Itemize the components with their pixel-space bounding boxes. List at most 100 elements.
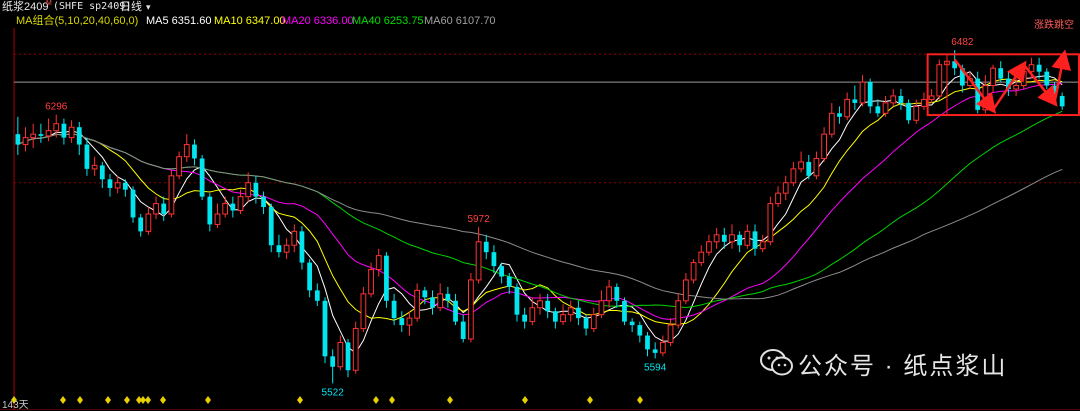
candle-body xyxy=(667,324,674,343)
candle xyxy=(375,248,382,277)
signal-marker-3 xyxy=(105,396,111,404)
candle xyxy=(453,293,458,326)
candle xyxy=(514,283,520,322)
candle-body xyxy=(622,300,627,322)
candle-body xyxy=(291,230,298,246)
candle-body xyxy=(698,251,705,264)
candle xyxy=(291,224,298,253)
candle-body xyxy=(844,98,851,118)
candle-body xyxy=(130,189,136,218)
signal-marker-7 xyxy=(145,396,151,404)
candle xyxy=(283,238,290,260)
candle-body xyxy=(790,168,797,184)
candle xyxy=(982,75,989,114)
candle-body xyxy=(1013,85,1019,90)
watermark-text: 公众号 · 纸点浆山 xyxy=(798,353,1008,380)
candle-body xyxy=(391,300,397,319)
candle-body xyxy=(491,252,497,267)
extreme-labels: 6296 5522 5972 5594 6482 xyxy=(45,37,974,398)
candle-body xyxy=(906,102,911,121)
candle-body xyxy=(107,179,113,188)
candle-body xyxy=(998,68,1004,79)
candle-body xyxy=(230,203,236,211)
candle xyxy=(898,89,904,110)
period-selector[interactable]: 日线 xyxy=(120,0,142,14)
candle xyxy=(145,207,152,235)
candle-body xyxy=(990,67,996,87)
candle-body xyxy=(375,255,382,271)
candle xyxy=(276,234,282,258)
period-chevron-icon[interactable]: ▾ xyxy=(146,0,151,14)
candle xyxy=(1059,92,1065,110)
candle-body xyxy=(782,182,789,194)
candle-body xyxy=(414,289,421,319)
candle-body xyxy=(153,203,159,215)
ma10-label: MA10 6347.00 xyxy=(214,15,286,27)
candle xyxy=(176,151,182,180)
candle-body xyxy=(368,269,374,295)
ma5-label: MA5 6351.60 xyxy=(146,15,212,27)
candle-body xyxy=(576,307,581,319)
symbol-name[interactable]: 纸浆2409 xyxy=(2,0,48,14)
candle xyxy=(576,300,581,326)
candle-body xyxy=(852,99,858,103)
candle xyxy=(76,122,82,155)
candle-body xyxy=(460,321,466,339)
candle xyxy=(828,102,835,138)
candle-body xyxy=(637,325,643,336)
candle-body xyxy=(806,161,812,176)
candle xyxy=(852,85,858,110)
candle xyxy=(667,318,674,346)
candle-body xyxy=(729,234,735,243)
candle xyxy=(22,127,29,152)
signal-marker-10 xyxy=(297,396,303,404)
signal-marker-9 xyxy=(205,396,211,404)
candle-body xyxy=(514,286,520,315)
candle xyxy=(199,154,205,201)
candle xyxy=(307,259,313,298)
candle xyxy=(107,174,113,197)
candle-body xyxy=(859,81,866,104)
candle-body xyxy=(437,293,444,309)
candle-body xyxy=(214,213,221,225)
candle-body xyxy=(606,286,612,302)
candle-body xyxy=(268,207,274,246)
candle xyxy=(261,191,266,214)
candle-body xyxy=(145,213,152,232)
candle-body xyxy=(61,123,67,138)
candle-body xyxy=(737,234,743,246)
candle xyxy=(622,297,627,326)
candle xyxy=(15,116,21,155)
candle xyxy=(38,123,44,143)
candle xyxy=(844,92,851,121)
signal-marker-1 xyxy=(60,396,66,404)
ma-group-label[interactable]: MA组合(5,10,20,40,60,0) xyxy=(16,14,138,28)
candle xyxy=(207,193,213,232)
candle xyxy=(122,179,128,197)
candle-body xyxy=(76,127,82,145)
candle xyxy=(790,161,797,187)
candle xyxy=(813,151,820,180)
candle xyxy=(460,314,466,343)
candle xyxy=(560,304,566,326)
candle-body xyxy=(813,157,820,177)
candle-body xyxy=(22,137,29,146)
candle xyxy=(522,307,528,329)
ma40-line xyxy=(17,110,1063,309)
ma40-label: MA40 6253.75 xyxy=(352,15,424,27)
candle-body xyxy=(138,217,144,232)
candle-body xyxy=(821,133,827,159)
candle xyxy=(214,203,221,228)
candle-body xyxy=(122,182,128,190)
candle xyxy=(437,283,444,312)
candle xyxy=(352,321,359,374)
candle-body xyxy=(384,255,389,301)
ma20-label: MA20 6336.00 xyxy=(282,15,354,27)
candle xyxy=(806,154,812,180)
candle xyxy=(230,196,236,218)
candle xyxy=(759,234,766,253)
extreme-label-4: 6482 xyxy=(951,37,974,48)
candle xyxy=(744,224,751,249)
candle-body xyxy=(330,356,336,367)
candle-body xyxy=(345,342,351,371)
